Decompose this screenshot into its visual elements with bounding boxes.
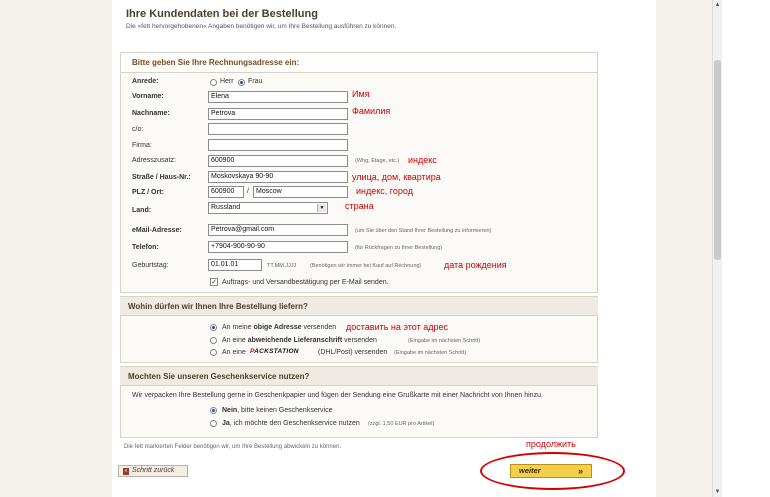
page-background-left	[0, 0, 112, 497]
page-background-right	[656, 0, 712, 497]
delivery-option-other-address[interactable]: An eine abweichende Lieferanschrift vers…	[222, 337, 377, 344]
scrollbar-thumb[interactable]	[714, 60, 721, 260]
footer-note: Die fett markierten Felder benötigen wir…	[124, 444, 342, 450]
email-field[interactable]: Petrova@gmail.com	[208, 224, 348, 236]
plz-separator: /	[247, 188, 249, 195]
anrede-herr-label: Herr	[220, 78, 234, 85]
geburtstag-format: TT.MM.JJJJ	[267, 263, 297, 269]
annotation-strasse: улица, дом, квартира	[352, 172, 441, 182]
delivery-opt2-hint: (Eingabe im nächsten Schritt)	[408, 338, 481, 344]
delivery-opt3-hint: (Eingabe im nächsten Schritt)	[394, 350, 467, 356]
annotation-geburtstag: дата рождения	[444, 260, 507, 270]
vorname-label: Vorname:	[132, 93, 164, 100]
plz-field[interactable]: 600900	[208, 186, 244, 198]
billing-heading: Bitte geben Sie Ihre Rechnungsadresse ei…	[121, 53, 597, 73]
gift-opt1-bold: Nein	[222, 407, 238, 414]
gift-description: Wir verpacken Ihre Bestellung gerne in G…	[132, 392, 543, 399]
geburtstag-field[interactable]: 01.01.01	[208, 259, 262, 271]
gift-option-yes[interactable]: Ja, ich möchte den Geschenkservice nutze…	[222, 420, 360, 427]
packstation-logo: PACKSTATION	[250, 348, 299, 355]
delivery-opt2-post: versenden	[342, 337, 377, 344]
email-label: eMail-Adresse:	[132, 227, 182, 234]
anrede-frau-radio[interactable]	[238, 79, 245, 86]
scroll-down-icon[interactable]: ▼	[713, 487, 722, 497]
anrede-label: Anrede:	[132, 78, 159, 85]
back-arrow-icon: «	[123, 468, 129, 475]
back-button-label: Schritt zurück	[132, 467, 175, 474]
gift-opt2-bold: Ja	[222, 420, 230, 427]
delivery-option-packstation-radio[interactable]	[210, 349, 217, 356]
gift-opt1-post: , bitte keinen Geschenkservice	[237, 407, 333, 414]
firma-field[interactable]	[208, 139, 348, 151]
gift-option-no[interactable]: Nein, bitte keinen Geschenkservice	[222, 407, 333, 414]
strasse-label: Straße / Haus-Nr.:	[132, 174, 191, 181]
scroll-up-icon[interactable]: ▲	[713, 0, 722, 10]
gift-opt2-post: , ich möchte den Geschenkservice nutzen	[229, 420, 360, 427]
packstation-logo-text: ACKSTATION	[254, 348, 299, 355]
firma-label: Firma:	[132, 142, 152, 149]
anrede-frau-label: Frau	[248, 78, 263, 85]
next-button[interactable]: weiter »	[510, 464, 592, 478]
delivery-option-same-address[interactable]: An meine obige Adresse versenden	[222, 324, 336, 331]
adresszusatz-hint: (Whg, Etage, etc.)	[355, 158, 400, 164]
adresszusatz-field[interactable]: 600900	[208, 155, 348, 167]
anrede-herr-radio[interactable]	[210, 79, 217, 86]
delivery-heading: Wohin dürfen wir Ihnen Ihre Bestellung l…	[120, 296, 598, 316]
plz-ort-label: PLZ / Ort:	[132, 189, 164, 196]
next-arrow-icon: »	[577, 466, 583, 476]
delivery-opt1-post: versenden	[301, 324, 337, 331]
geburtstag-hint: (Benötigen wir immer bei Kauf auf Rechnu…	[310, 263, 422, 269]
delivery-option-other-address-radio[interactable]	[210, 337, 217, 344]
email-hint: (um Sie über den Stand Ihrer Bestellung …	[355, 228, 492, 234]
gift-option-no-radio[interactable]	[210, 407, 217, 414]
delivery-option-same-address-radio[interactable]	[210, 324, 217, 331]
chevron-down-icon[interactable]: ▼	[317, 204, 326, 212]
nachname-label: Nachname:	[132, 110, 170, 117]
annotation-land: страна	[345, 201, 374, 211]
annotation-plz-ort: индекс, город	[356, 186, 413, 196]
telefon-hint: (für Rückfragen zu Ihrer Bestellung)	[355, 245, 443, 251]
annotation-adresszusatz: индекс	[408, 155, 437, 165]
confirm-email-label: Auftrags- und Versandbestätigung per E-M…	[222, 279, 389, 286]
page-title: Ihre Kundendaten bei der Bestellung	[126, 8, 318, 20]
land-selected-value: Russland	[211, 204, 241, 211]
vertical-scrollbar[interactable]: ▲ ▼	[712, 0, 722, 497]
land-label: Land:	[132, 207, 152, 214]
telefon-label: Telefon:	[132, 244, 159, 251]
delivery-opt3-post: (DHL/Post) versenden	[318, 349, 388, 356]
annotation-nachname: Фамилия	[352, 106, 391, 116]
annotation-next: продолжить	[526, 439, 576, 449]
delivery-opt2-bold: abweichende Lieferanschrift	[247, 337, 343, 344]
back-button[interactable]: «Schritt zurück	[118, 465, 188, 477]
required-fields-note: Die »fett hervorgehobenen« Angaben benöt…	[126, 23, 397, 30]
co-field[interactable]	[208, 123, 348, 135]
annotation-delivery: доставить на этот адрес	[346, 322, 448, 332]
annotation-vorname: Имя	[352, 89, 370, 99]
land-select[interactable]: Russland ▼	[208, 202, 328, 214]
next-button-label: weiter	[519, 466, 541, 475]
gift-option-yes-radio[interactable]	[210, 420, 217, 427]
nachname-field[interactable]: Petrova	[208, 108, 348, 120]
delivery-opt1-pre: An meine	[222, 324, 254, 331]
ort-field[interactable]: Moscow	[253, 186, 348, 198]
delivery-opt2-pre: An eine	[222, 337, 248, 344]
geburtstag-label: Geburtstag:	[132, 262, 169, 269]
telefon-field[interactable]: +7904-900-90-90	[208, 241, 348, 253]
delivery-opt1-bold: obige Adresse	[253, 324, 302, 331]
gift-heading: Mochten Sie unseren Geschenkservice nutz…	[120, 366, 598, 386]
co-label: c/o:	[132, 126, 144, 133]
delivery-opt3-pre: An eine	[222, 349, 246, 356]
vorname-field[interactable]: Elena	[208, 91, 348, 103]
gift-opt2-hint: (zzgl. 1,50 EUR pro Artikel)	[368, 421, 435, 427]
adresszusatz-label: Adresszusatz:	[132, 157, 176, 164]
strasse-field[interactable]: Moskovskaya 90-90	[208, 171, 348, 183]
confirm-email-checkbox[interactable]: ✓	[210, 278, 218, 286]
